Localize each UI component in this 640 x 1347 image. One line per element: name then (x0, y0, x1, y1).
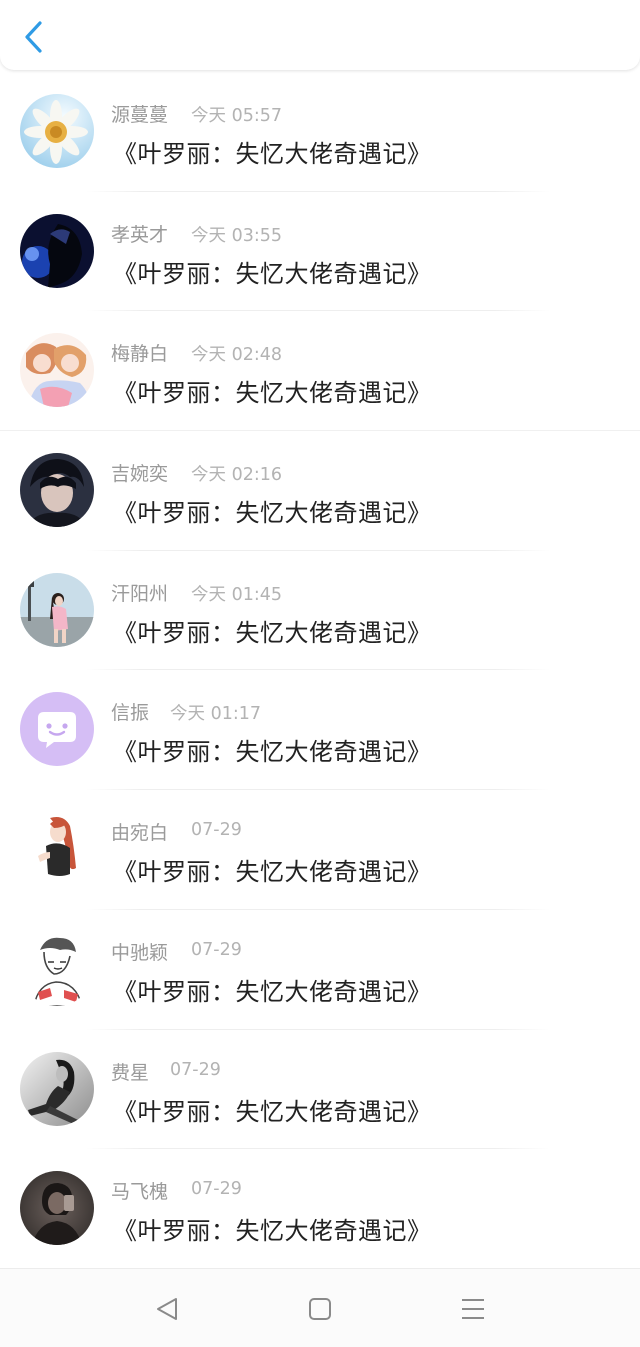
avatar[interactable] (20, 572, 94, 647)
message-list-page: 源蔓蔓 今天 05:57 《叶罗丽：失忆大佬奇遇记》 孝英才 今天 03:55 … (0, 0, 640, 1347)
message-title: 《叶罗丽：失忆大佬奇遇记》 (113, 1097, 432, 1126)
chevron-left-icon (25, 21, 42, 53)
nav-home-button[interactable] (302, 1291, 338, 1327)
sender-name: 吉婉奕 (111, 463, 169, 486)
message-time: 07-29 (191, 939, 242, 960)
sender-name: 中驰颖 (111, 941, 169, 964)
message-time: 今天 03:55 (191, 225, 282, 246)
message-time: 今天 02:16 (191, 465, 282, 486)
message-list: 源蔓蔓 今天 05:57 《叶罗丽：失忆大佬奇遇记》 孝英才 今天 03:55 … (0, 72, 640, 1269)
sender-name: 汗阳州 (111, 582, 169, 605)
square-home-icon (309, 1298, 331, 1320)
system-nav-bar (0, 1268, 640, 1347)
list-item[interactable]: 中驰颖 07-29 《叶罗丽：失忆大佬奇遇记》 (0, 910, 640, 1030)
list-item[interactable]: 吉婉奕 今天 02:16 《叶罗丽：失忆大佬奇遇记》 (0, 431, 640, 551)
message-title: 《叶罗丽：失忆大佬奇遇记》 (113, 140, 432, 168)
list-item[interactable]: 梅静白 今天 02:48 《叶罗丽：失忆大佬奇遇记》 (0, 311, 640, 432)
list-item[interactable]: 汗阳州 今天 01:45 《叶罗丽：失忆大佬奇遇记》 (0, 551, 640, 671)
avatar-image (20, 1051, 94, 1126)
sender-name: 梅静白 (111, 343, 169, 366)
avatar[interactable] (20, 931, 94, 1006)
message-time: 今天 01:17 (170, 704, 261, 725)
message-title: 《叶罗丽：失忆大佬奇遇记》 (113, 738, 432, 767)
nav-menu-button[interactable] (455, 1291, 491, 1327)
avatar[interactable] (20, 692, 94, 767)
message-time: 07-29 (191, 1179, 242, 1200)
avatar[interactable] (20, 333, 94, 408)
message-title: 《叶罗丽：失忆大佬奇遇记》 (113, 618, 432, 647)
list-item[interactable]: 由宛白 07-29 《叶罗丽：失忆大佬奇遇记》 (0, 790, 640, 910)
nav-back-button[interactable] (150, 1291, 186, 1327)
back-button[interactable] (14, 16, 54, 56)
triangle-back-icon (157, 1298, 177, 1320)
avatar-image (20, 812, 94, 887)
avatar-image (20, 572, 94, 647)
list-item[interactable]: 源蔓蔓 今天 05:57 《叶罗丽：失忆大佬奇遇记》 (0, 72, 640, 192)
sender-name: 信振 (111, 702, 150, 725)
message-title: 《叶罗丽：失忆大佬奇遇记》 (113, 858, 432, 887)
avatar[interactable] (20, 453, 94, 528)
avatar[interactable] (20, 812, 94, 887)
message-title: 《叶罗丽：失忆大佬奇遇记》 (113, 379, 432, 408)
list-item[interactable]: 信振 今天 01:17 《叶罗丽：失忆大佬奇遇记》 (0, 670, 640, 791)
avatar[interactable] (20, 1171, 94, 1246)
list-item[interactable]: 费星 07-29 《叶罗丽：失忆大佬奇遇记》 (0, 1030, 640, 1150)
message-time: 07-29 (170, 1059, 221, 1080)
default-avatar-icon (20, 692, 94, 767)
sender-name: 源蔓蔓 (111, 104, 169, 126)
list-item[interactable]: 马飞槐 07-29 《叶罗丽：失忆大佬奇遇记》 (0, 1149, 640, 1269)
avatar-image (20, 453, 94, 528)
message-title: 《叶罗丽：失忆大佬奇遇记》 (113, 977, 432, 1006)
message-title: 《叶罗丽：失忆大佬奇遇记》 (113, 499, 432, 528)
list-item[interactable]: 孝英才 今天 03:55 《叶罗丽：失忆大佬奇遇记》 (0, 192, 640, 312)
sender-name: 费星 (111, 1061, 150, 1084)
avatar[interactable] (20, 1051, 94, 1126)
avatar-image (20, 1171, 94, 1246)
message-time: 07-29 (191, 820, 242, 841)
sender-name: 孝英才 (111, 223, 169, 246)
avatar-image (20, 213, 94, 288)
message-time: 今天 05:57 (191, 106, 282, 126)
message-time: 今天 02:48 (191, 345, 282, 366)
sender-name: 由宛白 (111, 822, 169, 845)
message-title: 《叶罗丽：失忆大佬奇遇记》 (113, 1217, 432, 1246)
message-time: 今天 01:45 (191, 584, 282, 605)
message-title: 《叶罗丽：失忆大佬奇遇记》 (113, 259, 432, 288)
avatar-image (20, 931, 94, 1006)
avatar-image (20, 94, 94, 168)
top-bar (0, 0, 640, 70)
avatar[interactable] (20, 94, 94, 168)
avatar-image (20, 333, 94, 408)
hamburger-menu-icon (462, 1299, 484, 1319)
sender-name: 马飞槐 (111, 1181, 169, 1204)
avatar[interactable] (20, 213, 94, 288)
